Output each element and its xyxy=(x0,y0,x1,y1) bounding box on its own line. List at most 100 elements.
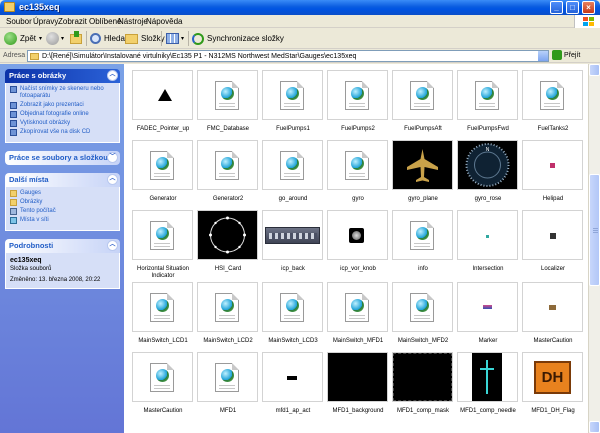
menu-favorites[interactable]: Oblíbené xyxy=(89,17,121,26)
scroll-down-button[interactable] xyxy=(589,421,600,433)
sync-folder-button[interactable]: Synchronizace složky xyxy=(192,31,284,46)
search-button[interactable]: Hledat xyxy=(90,31,127,46)
task-print[interactable]: Vytisknout obrázky xyxy=(10,120,115,127)
minimize-button[interactable]: _ xyxy=(550,1,563,14)
menu-help[interactable]: Nápověda xyxy=(146,17,182,26)
expand-icon[interactable]: ﹀ xyxy=(107,152,118,163)
file-item[interactable]: FMC_Database xyxy=(194,70,262,142)
file-thumbnail[interactable] xyxy=(262,210,323,260)
chevron-down-icon[interactable] xyxy=(537,51,548,61)
file-thumbnail[interactable] xyxy=(392,282,453,332)
file-thumbnail[interactable] xyxy=(522,210,583,260)
collapse-icon[interactable]: ︿ xyxy=(107,174,118,185)
file-thumbnail[interactable] xyxy=(392,210,453,260)
file-item[interactable]: DH MFD1_DH_Flag xyxy=(519,352,587,424)
file-thumbnail[interactable] xyxy=(132,282,193,332)
menu-file[interactable]: Soubor xyxy=(6,17,32,26)
file-thumbnail[interactable] xyxy=(132,70,193,120)
file-thumbnail[interactable] xyxy=(132,352,193,402)
go-button[interactable]: Přejít xyxy=(552,50,580,60)
file-item[interactable]: FuelTanks2 xyxy=(519,70,587,142)
file-item[interactable]: FuelPumps1 xyxy=(259,70,327,142)
file-item[interactable]: go_around xyxy=(259,140,327,212)
file-thumbnail[interactable] xyxy=(327,210,388,260)
vertical-scrollbar[interactable] xyxy=(588,64,600,433)
folders-button[interactable]: Složky xyxy=(125,31,165,46)
place-my-computer[interactable]: Tento počítač xyxy=(10,208,115,215)
file-item[interactable]: MFD1_comp_needle xyxy=(454,352,522,424)
file-item[interactable]: MFD1_comp_mask xyxy=(389,352,457,424)
file-item[interactable]: Generator2 xyxy=(194,140,262,212)
task-slideshow[interactable]: Zobrazit jako prezentaci xyxy=(10,102,115,109)
details-header[interactable]: Podrobnosti ︿ xyxy=(5,239,120,253)
file-thumbnail[interactable] xyxy=(327,70,388,120)
file-item[interactable]: Marker xyxy=(454,282,522,354)
place-gauges[interactable]: Gauges xyxy=(10,190,115,197)
file-item[interactable]: Intersection xyxy=(454,210,522,282)
file-thumbnail[interactable] xyxy=(262,140,323,190)
title-bar[interactable]: ec135xeq _ □ × xyxy=(0,0,600,15)
views-button[interactable]: ▾ xyxy=(166,31,184,46)
file-thumbnail[interactable] xyxy=(132,140,193,190)
file-item[interactable]: Helipad xyxy=(519,140,587,212)
file-thumbnail[interactable] xyxy=(327,140,388,190)
place-pictures[interactable]: Obrázky xyxy=(10,199,115,206)
file-item[interactable]: MainSwitch_MFD1 xyxy=(324,282,392,354)
address-input[interactable]: D:\[René]\Simulátor\Instalované virtulni… xyxy=(27,50,549,62)
up-folder-button[interactable] xyxy=(70,30,82,46)
file-item[interactable]: Generator xyxy=(129,140,197,212)
file-item[interactable]: Ngyro_rose xyxy=(454,140,522,212)
close-button[interactable]: × xyxy=(582,1,595,14)
file-thumbnail[interactable] xyxy=(457,70,518,120)
menu-view[interactable]: Zobrazit xyxy=(58,17,87,26)
file-item[interactable]: MFD1 xyxy=(194,352,262,424)
file-item[interactable]: gyro xyxy=(324,140,392,212)
file-item[interactable]: Horizontal Situation Indicator xyxy=(129,210,197,282)
file-thumbnail[interactable] xyxy=(197,70,258,120)
task-order-prints[interactable]: Objednat fotografie online xyxy=(10,111,115,118)
file-thumbnail[interactable] xyxy=(392,352,453,402)
file-item[interactable]: MFD1_background xyxy=(324,352,392,424)
file-thumbnail[interactable] xyxy=(457,282,518,332)
file-thumbnail-view[interactable]: FADEC_Pointer_up FMC_Database FuelPumps1 Fu… xyxy=(124,64,588,433)
file-thumbnail[interactable] xyxy=(132,210,193,260)
menu-edit[interactable]: Úpravy xyxy=(33,17,58,26)
file-thumbnail[interactable]: N xyxy=(457,140,518,190)
file-item[interactable]: MainSwitch_LCD3 xyxy=(259,282,327,354)
file-item[interactable]: info xyxy=(389,210,457,282)
file-thumbnail[interactable] xyxy=(522,70,583,120)
file-item[interactable]: MasterCaution xyxy=(129,352,197,424)
file-item[interactable]: MainSwitch_LCD1 xyxy=(129,282,197,354)
file-item[interactable]: MasterCaution xyxy=(519,282,587,354)
file-item[interactable]: MainSwitch_LCD2 xyxy=(194,282,262,354)
file-thumbnail[interactable] xyxy=(327,352,388,402)
other-places-header[interactable]: Další místa ︿ xyxy=(5,173,120,187)
scroll-up-button[interactable] xyxy=(589,64,600,76)
file-item[interactable]: FuelPumpsFwd xyxy=(454,70,522,142)
file-thumbnail[interactable] xyxy=(262,352,323,402)
file-thumbnail[interactable] xyxy=(262,70,323,120)
file-item[interactable]: icp_back xyxy=(259,210,327,282)
scroll-thumb[interactable] xyxy=(589,174,600,286)
file-item[interactable]: FADEC_Pointer_up xyxy=(129,70,197,142)
file-thumbnail[interactable]: DH xyxy=(522,352,583,402)
task-scanner-import[interactable]: Načíst snímky ze skeneru nebo fotoaparát… xyxy=(10,86,115,100)
file-item[interactable]: Localizer xyxy=(519,210,587,282)
task-copy-cd[interactable]: Zkopírovat vše na disk CD xyxy=(10,129,115,136)
file-tasks-header[interactable]: Práce se soubory a složkou ﹀ xyxy=(5,151,120,165)
file-thumbnail[interactable] xyxy=(327,282,388,332)
file-item[interactable]: FuelPumpsAft xyxy=(389,70,457,142)
file-thumbnail[interactable] xyxy=(522,140,583,190)
file-item[interactable]: gyro_plane xyxy=(389,140,457,212)
file-thumbnail[interactable] xyxy=(457,210,518,260)
file-thumbnail[interactable] xyxy=(392,140,453,190)
file-thumbnail[interactable] xyxy=(197,140,258,190)
file-thumbnail[interactable] xyxy=(522,282,583,332)
file-item[interactable]: MainSwitch_MFD2 xyxy=(389,282,457,354)
file-item[interactable]: mfd1_ap_act xyxy=(259,352,327,424)
place-network[interactable]: Místa v síti xyxy=(10,217,115,224)
file-item[interactable]: FuelPumps2 xyxy=(324,70,392,142)
file-item[interactable]: icp_vor_knob xyxy=(324,210,392,282)
collapse-icon[interactable]: ︿ xyxy=(107,70,118,81)
file-item[interactable]: HSI_Card xyxy=(194,210,262,282)
